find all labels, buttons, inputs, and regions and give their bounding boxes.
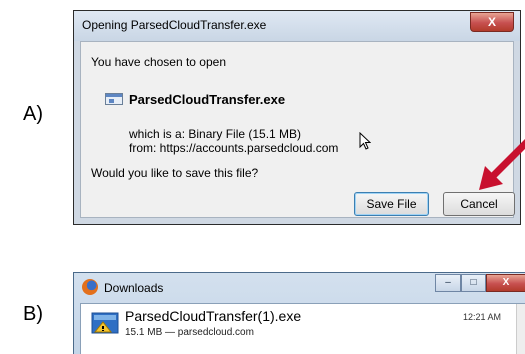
save-file-button[interactable]: Save File bbox=[354, 192, 429, 216]
downloads-list: ParsedCloudTransfer(1).exe 15.1 MB — par… bbox=[80, 303, 525, 354]
firefox-icon bbox=[82, 279, 98, 295]
downloads-title: Downloads bbox=[104, 281, 164, 295]
opening-file-dialog: Opening ParsedCloudTransfer.exe X You ha… bbox=[73, 10, 525, 225]
mouse-cursor-icon bbox=[359, 132, 371, 150]
installer-file-icon bbox=[91, 312, 119, 334]
red-arrow-icon bbox=[479, 139, 525, 190]
step-label-a: A) bbox=[23, 103, 43, 125]
intro-text: You have chosen to open bbox=[91, 55, 227, 69]
minimize-button[interactable]: – bbox=[435, 274, 461, 292]
dialog-titlebar[interactable]: Opening ParsedCloudTransfer.exe X bbox=[74, 11, 520, 41]
file-source-line: from: https://accounts.parsedcloud.com bbox=[129, 141, 339, 155]
maximize-button[interactable]: □ bbox=[461, 274, 486, 292]
save-question: Would you like to save this file? bbox=[91, 166, 259, 180]
download-meta: 15.1 MB — parsedcloud.com bbox=[125, 327, 254, 338]
close-button[interactable]: X bbox=[486, 274, 525, 292]
download-time: 12:21 AM bbox=[463, 312, 502, 322]
dialog-body: You have chosen to open ParsedCloudTrans… bbox=[80, 41, 525, 218]
downloads-window: Downloads – □ X ParsedCloudTransfer(1).e… bbox=[73, 272, 525, 354]
download-file-name: ParsedCloudTransfer(1).exe bbox=[125, 308, 302, 324]
step-label-b: B) bbox=[23, 303, 43, 325]
dialog-close-button[interactable]: X bbox=[470, 12, 514, 32]
file-type-line: which is a: Binary File (15.1 MB) bbox=[129, 127, 302, 141]
executable-file-icon bbox=[105, 93, 123, 105]
dialog-title: Opening ParsedCloudTransfer.exe bbox=[82, 18, 267, 32]
downloads-scrollbar[interactable] bbox=[516, 304, 525, 354]
file-name: ParsedCloudTransfer.exe bbox=[129, 92, 286, 107]
